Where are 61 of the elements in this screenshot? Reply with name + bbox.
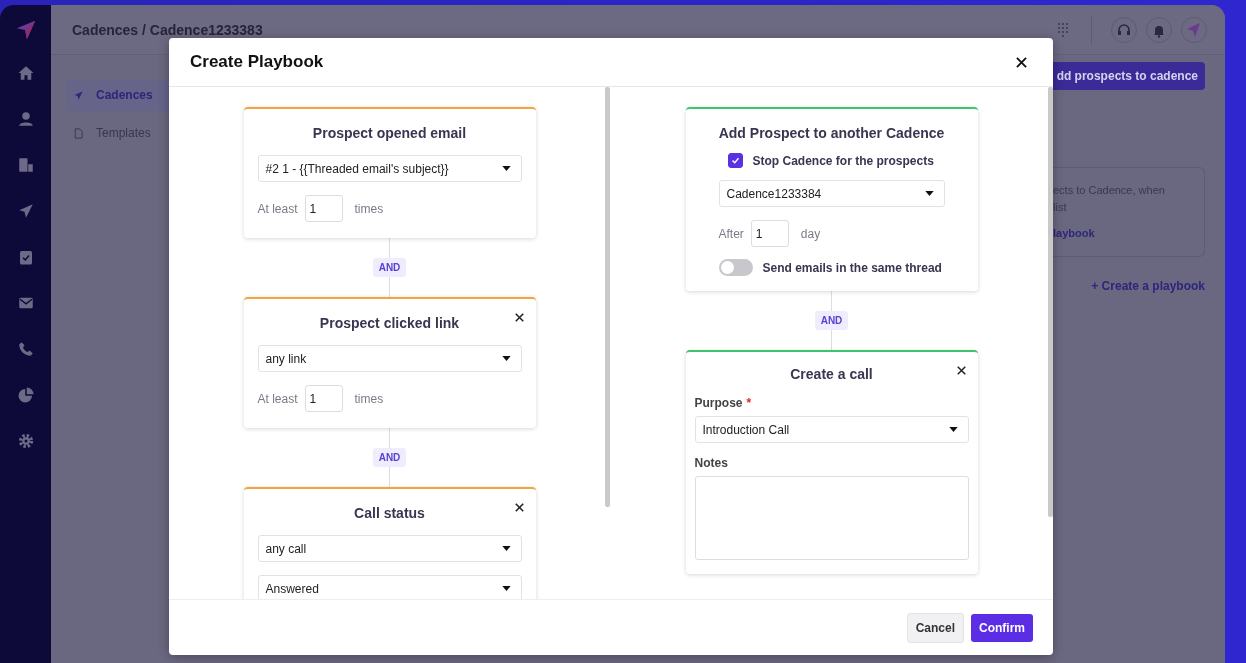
caret-icon — [501, 546, 511, 551]
dropdown[interactable]: any link — [257, 345, 522, 372]
field-label: At least — [257, 201, 298, 216]
close-icon — [1016, 56, 1027, 68]
caret-icon — [501, 356, 511, 361]
field-label: times — [354, 201, 384, 216]
toggle-switch[interactable] — [718, 259, 753, 276]
notes-field[interactable] — [694, 476, 969, 560]
bell-icon[interactable] — [1146, 16, 1172, 43]
caret-icon — [501, 166, 511, 171]
and-badge: AND — [372, 448, 407, 467]
card-title: Prospect clicked link — [318, 315, 461, 331]
number-field[interactable]: 1 — [304, 195, 343, 222]
card-title: Add Prospect to another Cadence — [718, 125, 945, 141]
field-label: times — [354, 391, 384, 406]
card-title: Call status — [353, 505, 426, 521]
toggle-label: Send emails in the same thread — [762, 260, 942, 275]
dropdown[interactable]: Cadence1233384 — [718, 180, 945, 207]
close-icon — [514, 313, 524, 322]
number-field[interactable]: 1 — [304, 385, 343, 412]
field-label: Notes — [694, 456, 728, 470]
field-label: day — [800, 226, 821, 241]
settings-icon[interactable] — [16, 432, 35, 450]
field-label: After — [718, 226, 744, 241]
check-icon — [730, 156, 740, 165]
confirm-button[interactable]: Confirm — [971, 613, 1033, 642]
checkbox[interactable] — [727, 153, 743, 168]
person-icon[interactable] — [16, 110, 35, 128]
dialog-title: Create Playbook — [190, 52, 324, 72]
phone-icon[interactable] — [16, 340, 35, 358]
close-button[interactable] — [512, 311, 526, 324]
close-button[interactable] — [512, 501, 526, 514]
breadcrumb: Cadences / Cadence1233383 — [72, 21, 263, 38]
dropdown[interactable]: #2 1 - {{Threaded email's subject}} — [257, 155, 522, 182]
and-badge: AND — [814, 311, 849, 330]
document-icon — [73, 127, 84, 139]
dropdown[interactable]: Introduction Call — [694, 416, 969, 443]
number-field[interactable]: 1 — [750, 220, 789, 247]
cancel-button[interactable]: Cancel — [906, 612, 964, 643]
caret-icon — [948, 427, 958, 432]
scrollbar[interactable] — [1048, 87, 1053, 517]
dropdown[interactable]: Answered — [257, 575, 522, 599]
dropdown[interactable]: any call — [257, 535, 522, 562]
send-icon — [73, 89, 84, 101]
scrollbar[interactable] — [605, 87, 610, 507]
required-mark: * — [746, 396, 752, 410]
field-label: Purpose — [694, 396, 743, 410]
field-label: At least — [257, 391, 298, 406]
card-title: Create a call — [789, 366, 874, 382]
caret-icon — [501, 586, 511, 591]
close-icon — [514, 503, 524, 512]
building-icon[interactable] — [16, 156, 35, 174]
caret-icon — [924, 191, 934, 196]
close-button[interactable] — [954, 364, 968, 377]
card-title: Prospect opened email — [311, 125, 468, 141]
close-icon — [956, 366, 966, 375]
headphones-icon[interactable] — [1111, 16, 1137, 43]
home-icon[interactable] — [16, 64, 35, 82]
checkbox-label: Stop Cadence for the prospects — [752, 153, 934, 168]
pie-chart-icon[interactable] — [16, 386, 35, 404]
and-badge: AND — [372, 258, 407, 277]
